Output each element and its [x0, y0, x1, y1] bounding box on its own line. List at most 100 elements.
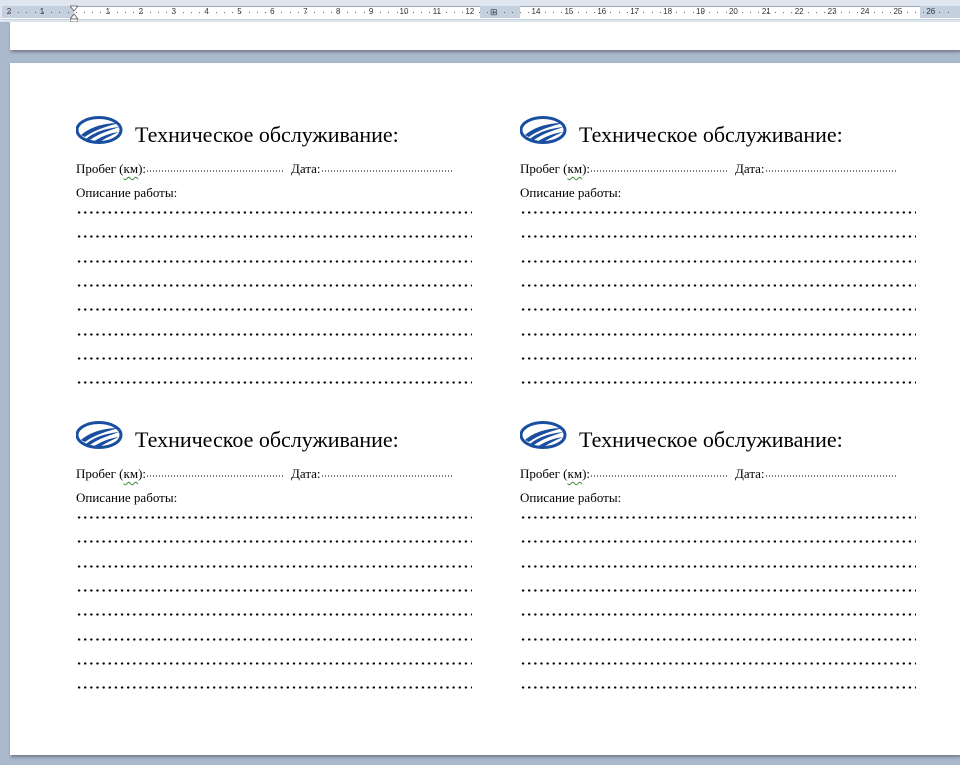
description-line[interactable] — [76, 638, 472, 641]
mileage-field[interactable] — [146, 170, 284, 172]
ruler-dot — [766, 12, 768, 13]
mileage-label-prefix: Пробег ( — [76, 466, 124, 481]
description-line[interactable] — [520, 565, 916, 568]
ruler-dot — [125, 12, 127, 13]
ruler-dot — [783, 12, 785, 13]
description-line[interactable] — [76, 381, 472, 384]
ruler-dot — [635, 12, 637, 13]
horizontal-ruler[interactable]: 2112345678910111214151617181920212223242… — [0, 0, 960, 23]
description-line[interactable] — [520, 686, 916, 689]
ruler-dot — [758, 12, 760, 13]
description-label: Описание работы: — [520, 185, 622, 200]
description-line[interactable] — [76, 565, 472, 568]
mileage-unit: км — [567, 466, 583, 481]
meta-row: Пробег (км): Дата: — [520, 161, 920, 177]
ruler-dot — [816, 12, 818, 13]
description-line[interactable] — [520, 357, 916, 360]
description-line[interactable] — [520, 235, 916, 238]
description-line[interactable] — [520, 308, 916, 311]
mileage-field[interactable] — [590, 170, 728, 172]
card-header: Техническое обслуживание: — [76, 420, 476, 460]
description-line[interactable] — [520, 284, 916, 287]
date-field[interactable] — [320, 170, 454, 172]
description-line[interactable] — [76, 308, 472, 311]
ellipse-swoosh-logo-icon — [76, 421, 123, 449]
mileage-field[interactable] — [590, 475, 728, 477]
description-line[interactable] — [76, 613, 472, 616]
ruler-dot — [199, 12, 201, 13]
ruler-dot — [840, 12, 842, 13]
ruler-dot — [733, 12, 735, 13]
ruler-dot — [750, 12, 752, 13]
description-line[interactable] — [520, 613, 916, 616]
ruler-dot — [914, 12, 916, 13]
ruler-dot — [931, 12, 933, 13]
ruler-dot — [799, 12, 801, 13]
ruler-dot — [347, 12, 349, 13]
ruler-dot — [848, 12, 850, 13]
description-line[interactable] — [520, 589, 916, 592]
date-field[interactable] — [764, 475, 898, 477]
description-label: Описание работы: — [76, 490, 178, 505]
description-line[interactable] — [520, 211, 916, 214]
ruler-dot — [791, 12, 793, 13]
date-field[interactable] — [320, 475, 454, 477]
ruler-dot — [569, 12, 571, 13]
ruler-dot — [585, 12, 587, 13]
ruler-dot — [552, 12, 554, 13]
ruler-dot — [92, 12, 94, 13]
indent-marker-icon[interactable] — [70, 2, 78, 22]
ruler-dot — [248, 12, 250, 13]
ruler-dot — [182, 12, 184, 13]
description-line[interactable] — [520, 381, 916, 384]
document-page[interactable]: Техническое обслуживание: Пробег (км): Дат… — [10, 63, 960, 755]
description-label: Описание работы: — [520, 490, 622, 505]
description-line[interactable] — [520, 638, 916, 641]
ruler-dot — [437, 12, 439, 13]
description-label: Описание работы: — [76, 185, 178, 200]
ruler-dot — [561, 12, 563, 13]
column-marker-icon[interactable]: ⊞ — [490, 7, 498, 18]
ruler-dot — [487, 12, 489, 13]
ruler-dot — [306, 12, 308, 13]
ruler-dot — [421, 12, 423, 13]
description-line[interactable] — [520, 333, 916, 336]
description-line[interactable] — [520, 662, 916, 665]
description-line[interactable] — [76, 540, 472, 543]
ruler-dot — [190, 12, 192, 13]
ruler-dot — [742, 12, 744, 13]
description-line[interactable] — [76, 235, 472, 238]
card-title: Техническое обслуживание: — [579, 427, 843, 452]
description-line[interactable] — [76, 589, 472, 592]
card-title: Техническое обслуживание: — [135, 122, 399, 147]
ruler-dot — [881, 12, 883, 13]
ruler-dot — [873, 12, 875, 13]
mileage-label-suffix: ): — [582, 466, 591, 481]
ruler-dot — [462, 12, 464, 13]
mileage-label: Пробег (км): — [520, 161, 590, 176]
ruler-dot — [10, 12, 11, 13]
ellipse-swoosh-logo-icon — [76, 116, 123, 144]
description-line[interactable] — [76, 333, 472, 336]
description-line[interactable] — [76, 260, 472, 263]
description-line[interactable] — [520, 260, 916, 263]
maintenance-card: Техническое обслуживание: Пробег (км): Дат… — [520, 115, 920, 395]
mileage-field[interactable] — [146, 475, 284, 477]
description-line[interactable] — [76, 662, 472, 665]
ruler-dot — [832, 12, 834, 13]
description-line[interactable] — [520, 516, 916, 519]
ruler-dot — [100, 12, 102, 13]
ruler-dot — [774, 12, 776, 13]
date-field[interactable] — [764, 170, 898, 172]
description-line[interactable] — [76, 686, 472, 689]
description-line[interactable] — [76, 211, 472, 214]
description-line[interactable] — [76, 516, 472, 519]
date-label: Дата: — [735, 466, 765, 481]
description-line[interactable] — [76, 284, 472, 287]
ruler-dot — [371, 12, 373, 13]
ruler-dot — [42, 12, 44, 13]
ruler-dot — [232, 12, 234, 13]
description-line[interactable] — [76, 357, 472, 360]
ruler-dot — [544, 12, 546, 13]
description-line[interactable] — [520, 540, 916, 543]
